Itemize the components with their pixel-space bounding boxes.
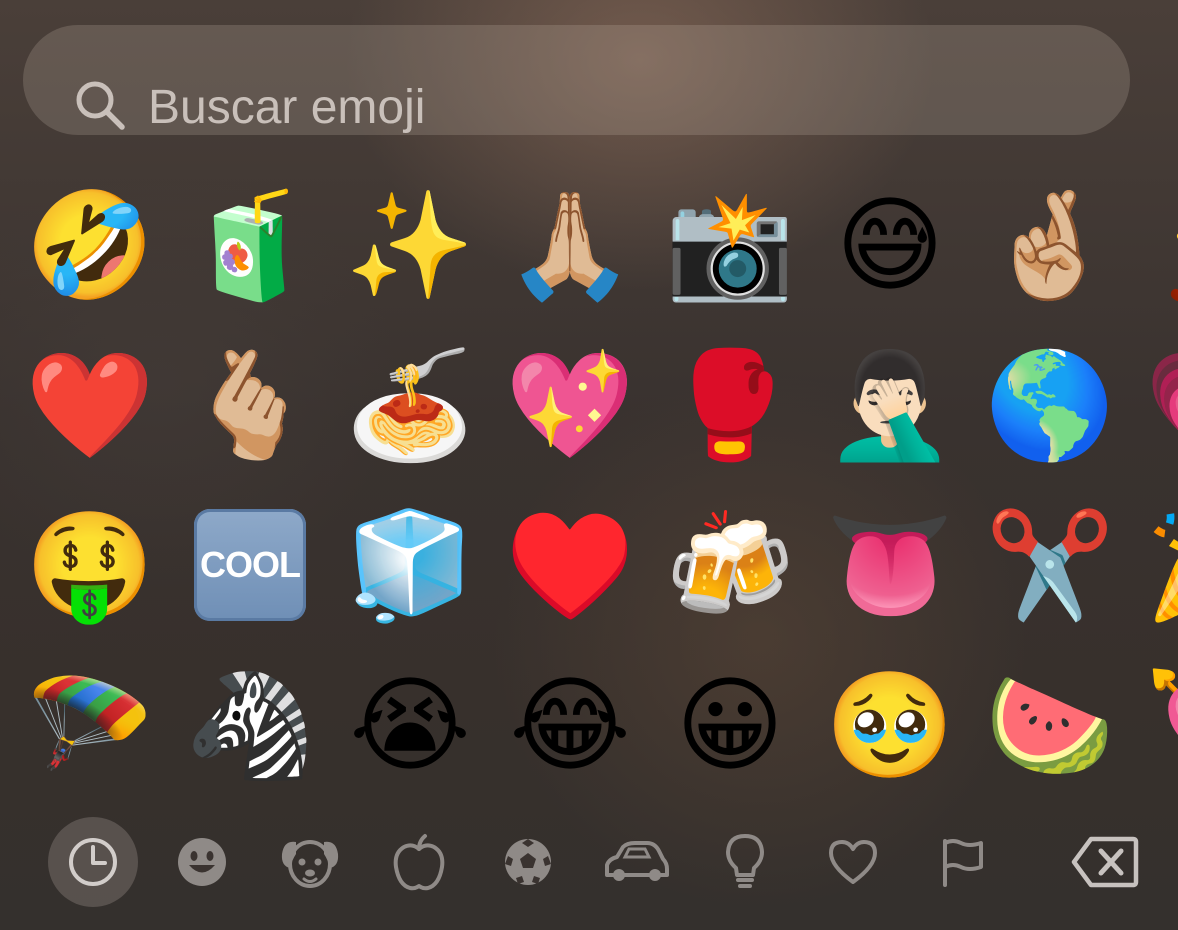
emoji-crossed-fingers[interactable]: 🤞🏼 xyxy=(970,165,1130,325)
tab-smileys[interactable] xyxy=(157,817,247,907)
emoji-partial-emoji[interactable]: 🎉 xyxy=(1130,485,1178,645)
emoji-money-mouth-face[interactable]: 🤑 xyxy=(10,485,170,645)
tab-flags[interactable] xyxy=(918,817,1008,907)
emoji-globe-showing-americas[interactable]: 🌎 xyxy=(970,325,1130,485)
tab-objects[interactable] xyxy=(700,817,790,907)
tab-symbols[interactable] xyxy=(808,817,898,907)
emoji-search-input[interactable] xyxy=(148,80,1048,136)
emoji-spaghetti[interactable]: 🍝 xyxy=(330,325,490,485)
backspace-icon xyxy=(1071,836,1139,888)
emoji-face-with-tears-of-joy[interactable]: 😂 xyxy=(490,645,650,805)
clock-icon xyxy=(69,838,117,886)
emoji-scissors[interactable]: ✂️ xyxy=(970,485,1130,645)
emoji-sparkling-heart[interactable]: 💖 xyxy=(490,325,650,485)
emoji-watermelon[interactable]: 🍉 xyxy=(970,645,1130,805)
lightbulb-icon xyxy=(726,834,764,888)
category-tab-bar xyxy=(0,812,1178,912)
emoji-partial-emoji[interactable]: 💃 xyxy=(1130,165,1178,325)
heart-icon xyxy=(829,840,877,884)
flag-icon xyxy=(943,839,983,887)
delete-button[interactable] xyxy=(1060,817,1150,907)
emoji-red-heart[interactable]: ❤️ xyxy=(10,325,170,485)
search-icon xyxy=(73,78,127,132)
emoji-red-heart[interactable]: ♥️ xyxy=(490,485,650,645)
emoji-search-bar[interactable] xyxy=(23,25,1130,136)
emoji-ice[interactable]: 🧊 xyxy=(330,485,490,645)
emoji-grinning-face[interactable]: 😀 xyxy=(650,645,810,805)
emoji-partial-emoji[interactable]: 💘 xyxy=(1130,645,1178,805)
emoji-face-holding-back-tears[interactable]: 🥹 xyxy=(810,645,970,805)
emoji-folded-hands[interactable]: 🙏🏼 xyxy=(490,165,650,325)
emoji-man-facepalming[interactable]: 🤦🏻‍♂️ xyxy=(810,325,970,485)
emoji-clinking-beer-mugs[interactable]: 🍻 xyxy=(650,485,810,645)
emoji-hand-with-index-finger-and-thumb-crossed[interactable]: 🫰🏼 xyxy=(170,325,330,485)
emoji-rolling-on-floor-laughing[interactable]: 🤣 xyxy=(10,165,170,325)
dog-icon xyxy=(281,840,339,888)
emoji-tongue[interactable]: 👅 xyxy=(810,485,970,645)
emoji-sparkles[interactable]: ✨ xyxy=(330,165,490,325)
soccer-ball-icon xyxy=(505,839,551,885)
emoji-grid: 🤣🧃✨🙏🏼📸😅🤞🏼💃 ❤️🫰🏼🍝💖🥊🤦🏻‍♂️🌎💗 🤑COOL🧊♥️🍻👅✂️🎉 🪂🦓😭… xyxy=(0,165,1178,805)
car-icon xyxy=(605,841,669,881)
tab-travel[interactable] xyxy=(591,817,681,907)
apple-icon xyxy=(393,834,445,891)
emoji-cool-button[interactable]: COOL xyxy=(170,485,330,645)
emoji-camera-with-flash[interactable]: 📸 xyxy=(650,165,810,325)
tab-recent[interactable] xyxy=(48,817,138,907)
emoji-beverage-box[interactable]: 🧃 xyxy=(170,165,330,325)
emoji-loudly-crying-face[interactable]: 😭 xyxy=(330,645,490,805)
smiley-icon xyxy=(178,838,226,886)
tab-food[interactable] xyxy=(374,817,464,907)
emoji-zebra[interactable]: 🦓 xyxy=(170,645,330,805)
emoji-boxing-glove[interactable]: 🥊 xyxy=(650,325,810,485)
emoji-grinning-face-with-sweat[interactable]: 😅 xyxy=(810,165,970,325)
tab-animals[interactable] xyxy=(265,817,355,907)
emoji-parachute[interactable]: 🪂 xyxy=(10,645,170,805)
emoji-partial-emoji[interactable]: 💗 xyxy=(1130,325,1178,485)
cool-button-label: COOL xyxy=(194,509,306,621)
tab-activity[interactable] xyxy=(483,817,573,907)
